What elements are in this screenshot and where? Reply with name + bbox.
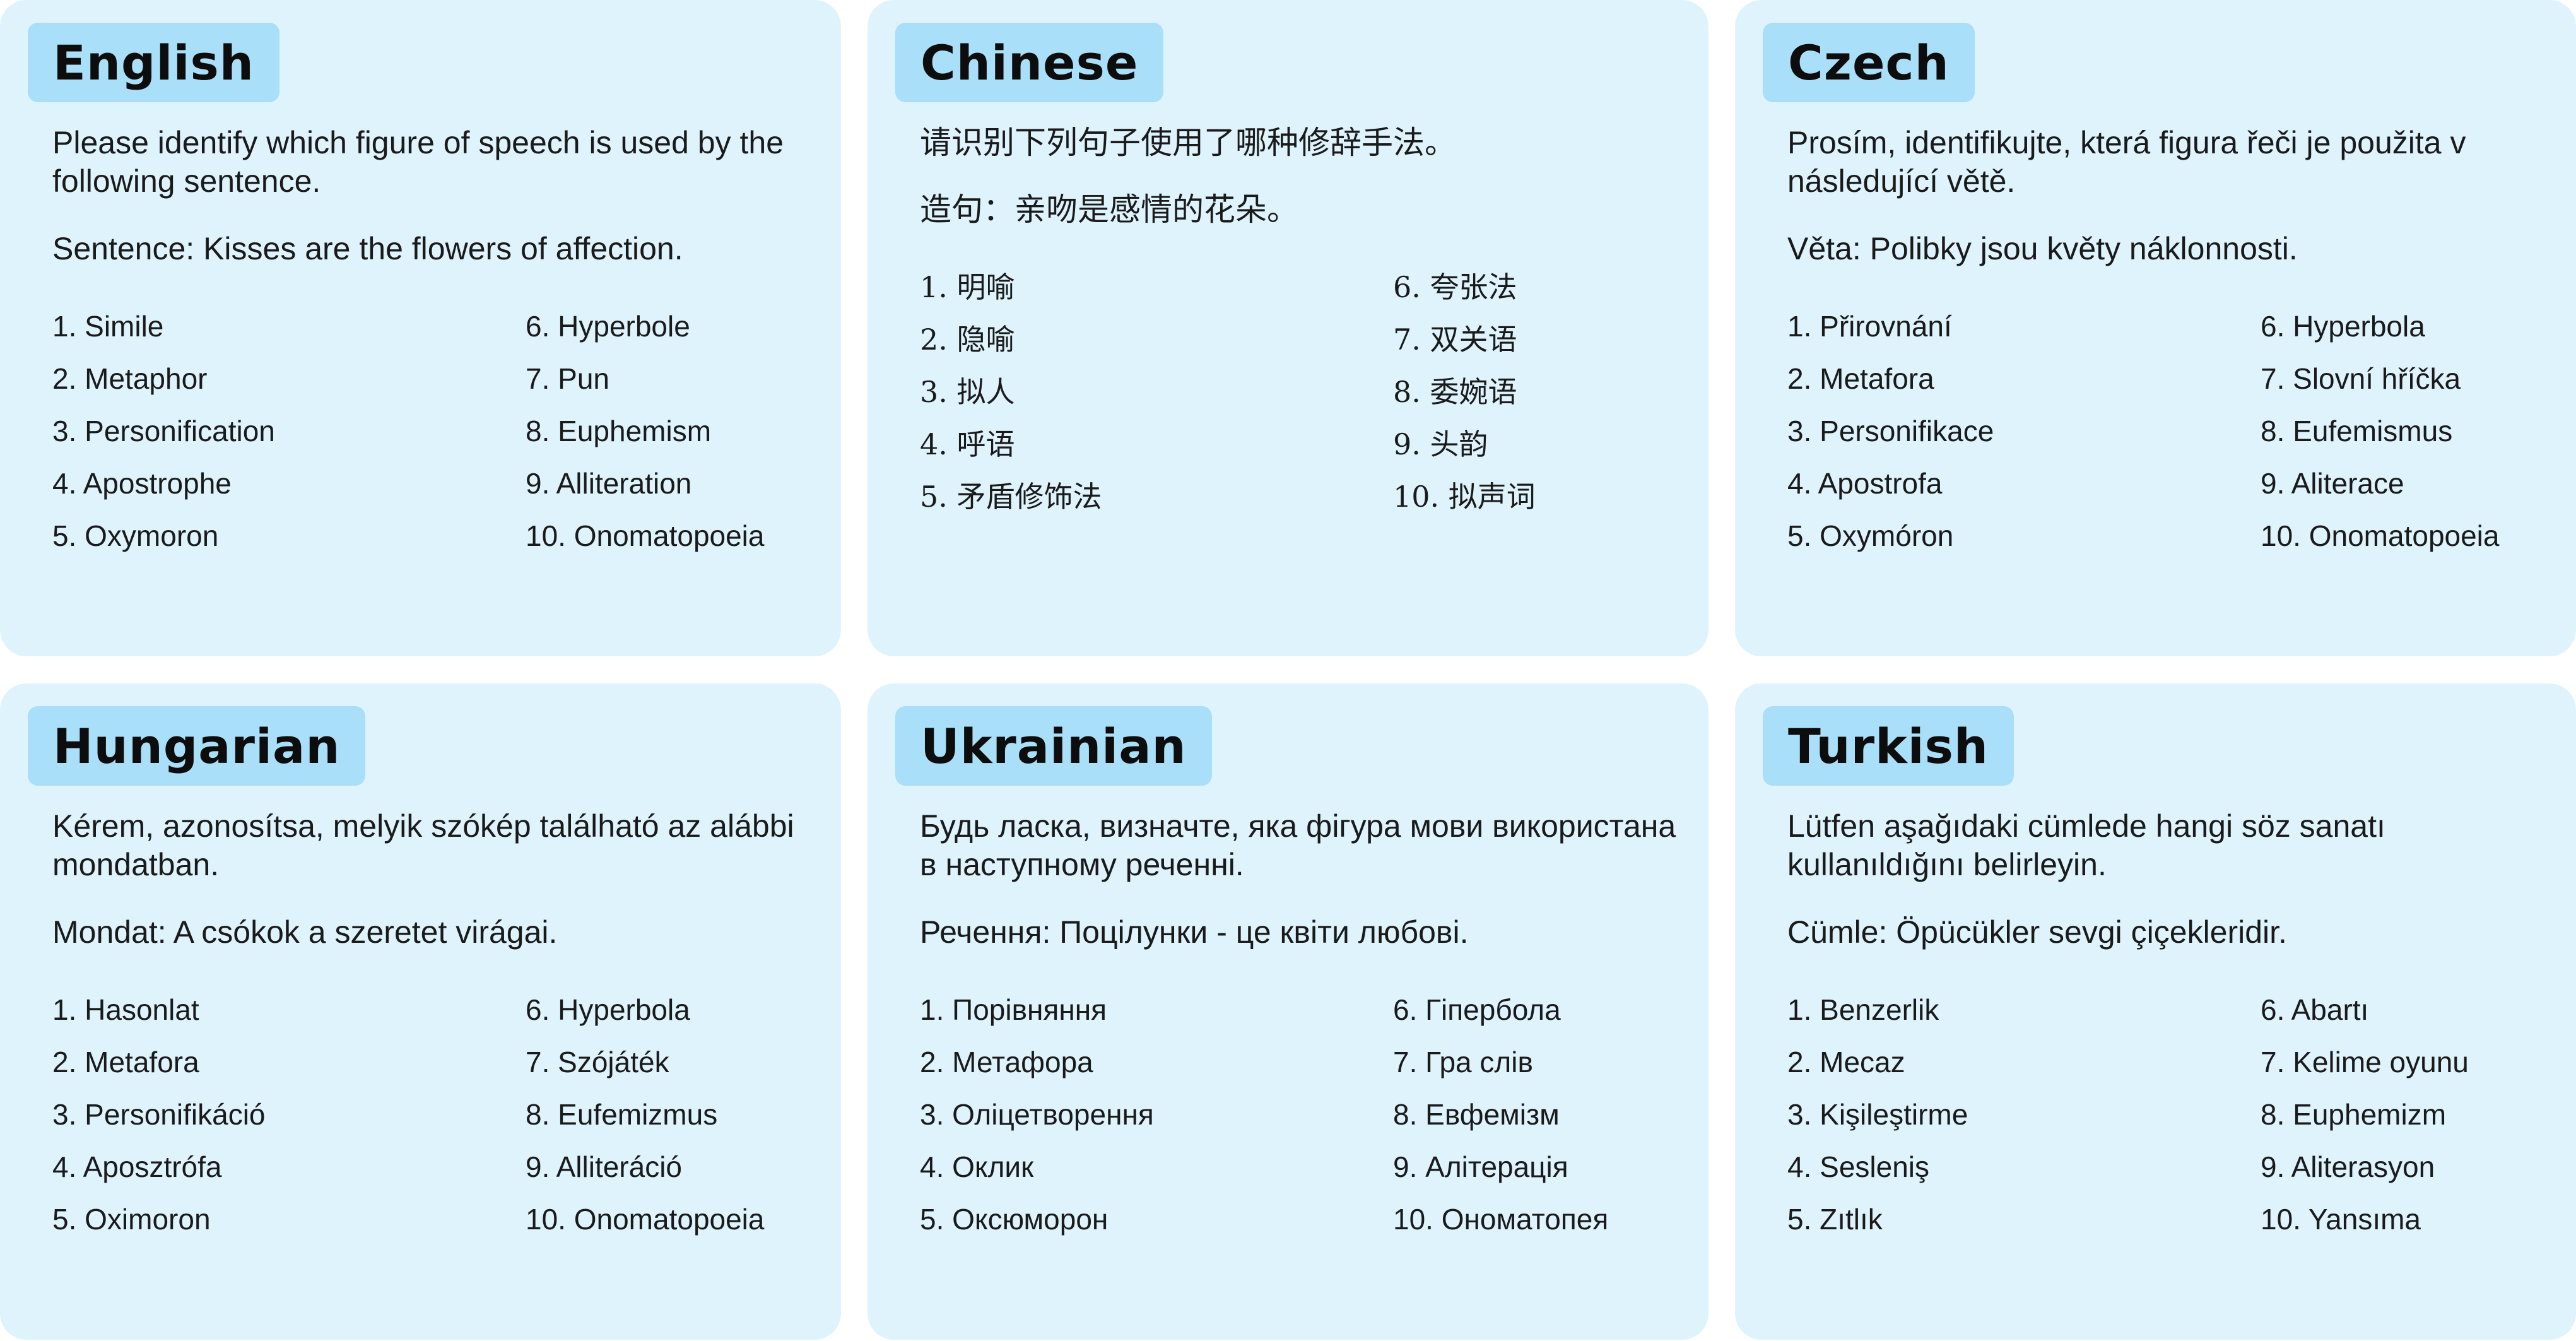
card-prompt: Please identify which figure of speech i…	[52, 125, 784, 199]
options-list: 1. Hasonlat 2. Metafora 3. Personifikáci…	[52, 991, 809, 1256]
option-4: 4. Apostrofa	[1787, 467, 1943, 500]
option-10: 10. 拟声词	[1393, 480, 1536, 514]
option-3: 3. Оліцетворення	[920, 1098, 1154, 1131]
option-1: 1. 明喻	[920, 270, 1015, 304]
card-title: English	[53, 34, 254, 91]
option-3: 3. 拟人	[920, 375, 1015, 409]
option-1: 1. Hasonlat	[52, 993, 199, 1026]
option-8: 8. Eufemismus	[2261, 415, 2453, 447]
option-4: 4. 呼语	[920, 427, 1015, 461]
card-title: Chinese	[920, 34, 1139, 91]
option-1: 1. Simile	[52, 310, 164, 343]
option-9: 9. Alliteráció	[526, 1150, 683, 1183]
option-9: 9. Алітерація	[1393, 1150, 1568, 1183]
option-2: 2. Mecaz	[1787, 1046, 1905, 1078]
card-title-box: Czech	[1763, 23, 1975, 102]
card-sentence: Cümle: Öpücükler sevgi çiçekleridir.	[1787, 914, 2287, 950]
option-9: 9. Aliterace	[2261, 467, 2404, 500]
card-hungarian: Hungarian Kérem, azonosítsa, melyik szók…	[0, 683, 841, 1340]
option-7: 7. 双关语	[1393, 322, 1517, 357]
option-5: 5. Оксюморон	[920, 1203, 1109, 1236]
card-english: English Please identify which figure of …	[0, 0, 841, 656]
card-title-box: Ukrainian	[895, 706, 1212, 786]
option-4: 4. Оклик	[920, 1150, 1034, 1183]
option-5: 5. Oxymóron	[1787, 519, 1954, 552]
card-sentence: Věta: Polibky jsou květy náklonnosti.	[1787, 231, 2298, 266]
option-6: 6. 夸张法	[1393, 270, 1517, 304]
option-7: 7. Pun	[526, 362, 609, 395]
option-10: 10. Ономатопея	[1393, 1203, 1609, 1236]
card-title: Czech	[1788, 34, 1950, 91]
option-10: 10. Onomatopoeia	[2261, 519, 2500, 552]
card-prompt: Prosím, identifikujte, která figura řeči…	[1787, 125, 2466, 199]
option-10: 10. Onomatopoeia	[526, 1203, 765, 1236]
option-2: 2. Metaphor	[52, 362, 208, 395]
card-title-box: Chinese	[895, 23, 1164, 102]
option-3: 3. Personifikace	[1787, 415, 1994, 447]
option-10: 10. Yansıma	[2261, 1203, 2421, 1236]
option-3: 3. Personifikáció	[52, 1098, 266, 1131]
card-title-box: Hungarian	[28, 706, 366, 786]
card-sentence: Sentence: Kisses are the flowers of affe…	[52, 231, 683, 266]
option-3: 3. Kişileştirme	[1787, 1098, 1968, 1131]
options-list: 1. Simile 2. Metaphor 3. Personification…	[52, 307, 809, 572]
option-5: 5. Oxymoron	[52, 519, 219, 552]
card-title: Hungarian	[53, 718, 341, 774]
option-8: 8. Euphemizm	[2261, 1098, 2447, 1131]
card-title-box: English	[28, 23, 279, 102]
card-czech: Czech Prosím, identifikujte, která figur…	[1735, 0, 2576, 656]
option-9: 9. Aliterasyon	[2261, 1150, 2435, 1183]
card-title: Turkish	[1788, 718, 1989, 774]
option-1: 1. Přirovnání	[1787, 310, 1952, 343]
option-5: 5. Oximoron	[52, 1203, 211, 1236]
option-1: 1. Порівняння	[920, 993, 1107, 1026]
option-9: 9. 头韵	[1393, 427, 1488, 461]
card-prompt: Будь ласка, визначте, яка фігура мови ви…	[920, 808, 1676, 882]
option-4: 4. Apostrophe	[52, 467, 232, 500]
option-6: 6. Hyperbole	[526, 310, 690, 343]
option-8: 8. Euphemism	[526, 415, 712, 447]
card-chinese: Chinese 请识别下列句子使用了哪种修辞手法。 造句：亲吻是感情的花朵。 1…	[867, 0, 1709, 656]
card-prompt: Lütfen aşağıdaki cümlede hangi söz sanat…	[1787, 808, 2385, 882]
option-8: 8. 委婉语	[1393, 375, 1517, 409]
option-7: 7. Гра слів	[1393, 1046, 1533, 1078]
option-8: 8. Евфемізм	[1393, 1098, 1560, 1131]
option-7: 7. Slovní hříčka	[2261, 362, 2461, 395]
option-7: 7. Szójáték	[526, 1046, 669, 1078]
option-7: 7. Kelime oyunu	[2261, 1046, 2469, 1078]
card-prompt: 请识别下列句子使用了哪种修辞手法。	[920, 124, 1456, 161]
option-10: 10. Onomatopoeia	[526, 519, 765, 552]
option-2: 2. Metafora	[52, 1046, 199, 1078]
card-prompt: Kérem, azonosítsa, melyik szókép találha…	[52, 808, 794, 882]
option-1: 1. Benzerlik	[1787, 993, 1939, 1026]
option-5: 5. Zıtlık	[1787, 1203, 1883, 1236]
option-6: 6. Гіпербола	[1393, 993, 1561, 1026]
option-6: 6. Hyperbola	[526, 993, 690, 1026]
option-2: 2. Метафора	[920, 1046, 1093, 1078]
card-title: Ukrainian	[920, 718, 1187, 774]
option-4: 4. Sesleniş	[1787, 1150, 1930, 1183]
card-turkish: Turkish Lütfen aşağıdaki cümlede hangi s…	[1735, 683, 2576, 1340]
option-2: 2. Metafora	[1787, 362, 1934, 395]
options-list: 1. Порівняння 2. Метафора 3. Оліцетворен…	[920, 991, 1677, 1256]
card-ukrainian: Ukrainian Будь ласка, визначте, яка фігу…	[867, 683, 1709, 1340]
card-title-box: Turkish	[1763, 706, 2014, 786]
option-6: 6. Hyperbola	[2261, 310, 2425, 343]
option-4: 4. Aposztrófa	[52, 1150, 222, 1183]
card-sentence: 造句：亲吻是感情的花朵。	[920, 191, 1298, 228]
options-list: 1. 明喻 2. 隐喻 3. 拟人 4. 呼语 5. 矛盾修饰法 6. 夸张法 …	[920, 268, 1677, 533]
option-8: 8. Eufemizmus	[526, 1098, 718, 1131]
options-list: 1. Benzerlik 2. Mecaz 3. Kişileştirme 4.…	[1787, 991, 2544, 1256]
option-2: 2. 隐喻	[920, 322, 1015, 357]
option-5: 5. 矛盾修饰法	[920, 480, 1102, 514]
option-9: 9. Alliteration	[526, 467, 692, 500]
card-sentence: Речення: Поцілунки - це квіти любові.	[920, 914, 1469, 950]
card-sentence: Mondat: A csókok a szeretet virágai.	[52, 914, 558, 950]
option-6: 6. Abartı	[2261, 993, 2369, 1026]
option-3: 3. Personification	[52, 415, 275, 447]
options-list: 1. Přirovnání 2. Metafora 3. Personifika…	[1787, 307, 2544, 572]
